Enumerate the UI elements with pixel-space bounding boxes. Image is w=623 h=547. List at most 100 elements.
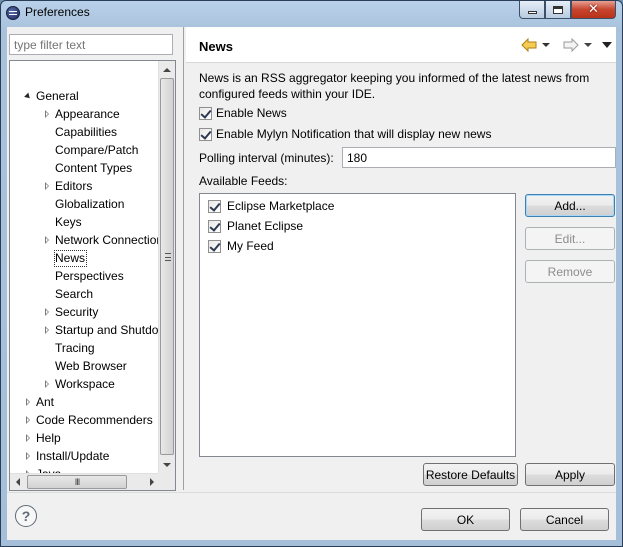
grip-icon xyxy=(165,253,171,261)
feed-label: Planet Eclipse xyxy=(227,219,304,233)
tree-item-label: Appearance xyxy=(55,107,120,121)
tree-item-label: Content Types xyxy=(55,161,133,175)
tree-item[interactable]: Globalization xyxy=(10,195,160,213)
enable-mylyn-checkbox[interactable]: Enable Mylyn Notification that will disp… xyxy=(199,126,491,142)
preference-tree[interactable]: General Appearance Capabilities Compare/Pat… xyxy=(9,60,176,491)
tree-item[interactable]: Security xyxy=(10,303,160,321)
tree-item[interactable]: Appearance xyxy=(10,105,160,123)
scroll-corner xyxy=(158,473,175,490)
checkbox-box[interactable] xyxy=(199,127,212,141)
tree-item[interactable]: Search xyxy=(10,285,160,303)
arrow-right-icon xyxy=(150,478,154,486)
selection-focus-box xyxy=(54,250,87,267)
tree-item[interactable]: Editors xyxy=(10,177,160,195)
scroll-left-button[interactable] xyxy=(10,474,26,490)
tree-collapsed-icon[interactable] xyxy=(26,398,30,406)
title-bar[interactable]: Preferences ✕ xyxy=(1,1,622,25)
tree-collapsed-icon[interactable] xyxy=(26,434,30,442)
feeds-list[interactable]: Eclipse Marketplace Planet Eclipse My Fe… xyxy=(199,193,516,457)
tree-expanded-icon[interactable] xyxy=(24,92,32,101)
tree-item[interactable]: News xyxy=(10,249,160,267)
cancel-button[interactable]: Cancel xyxy=(520,508,609,531)
forward-history-dropdown-icon[interactable] xyxy=(584,43,592,47)
tree-item[interactable]: Help xyxy=(10,429,160,447)
tree-collapsed-icon[interactable] xyxy=(45,110,49,118)
tree-collapsed-icon[interactable] xyxy=(45,236,49,244)
tree-item[interactable]: Install/Update xyxy=(10,447,160,465)
view-menu-icon[interactable] xyxy=(602,42,612,48)
tree-item[interactable]: Startup and Shutdown xyxy=(10,321,160,339)
checkbox-box[interactable] xyxy=(199,106,212,120)
preferences-window: Preferences ✕ General Appearance Capabilit… xyxy=(0,0,623,547)
tree-item-label: Help xyxy=(36,431,61,445)
minimize-button[interactable] xyxy=(519,1,545,19)
tree-item-label: Workspace xyxy=(55,377,115,391)
tree-item[interactable]: Java xyxy=(10,465,160,473)
feed-checkbox[interactable] xyxy=(208,239,221,253)
grip-icon: III xyxy=(74,477,80,487)
tree-item-label: General xyxy=(36,89,79,103)
enable-news-checkbox[interactable]: Enable News xyxy=(199,105,287,121)
maximize-button[interactable] xyxy=(545,1,571,19)
tree-item[interactable]: Workspace xyxy=(10,375,160,393)
page-description: News is an RSS aggregator keeping you in… xyxy=(199,71,590,101)
tree-collapsed-icon[interactable] xyxy=(45,182,49,190)
tree-vertical-scrollbar[interactable] xyxy=(158,61,175,473)
bottom-separator xyxy=(7,492,616,493)
tree-item-label: Network Connection xyxy=(55,233,160,247)
polling-interval-label: Polling interval (minutes): xyxy=(199,151,334,165)
tree-horizontal-scrollbar[interactable]: III xyxy=(10,473,160,490)
tree-item-label: Search xyxy=(55,287,94,301)
scroll-down-button[interactable] xyxy=(159,456,175,473)
tree-item-label: Globalization xyxy=(55,197,125,211)
apply-button[interactable]: Apply xyxy=(525,463,615,486)
vertical-scroll-thumb[interactable] xyxy=(160,78,174,455)
feed-label: Eclipse Marketplace xyxy=(227,199,335,213)
tree-item[interactable]: General xyxy=(10,87,160,105)
restore-defaults-button[interactable]: Restore Defaults xyxy=(423,463,518,486)
scroll-up-button[interactable] xyxy=(159,61,175,78)
tree-item-label: Compare/Patch xyxy=(55,143,139,157)
forward-arrow-icon[interactable] xyxy=(563,38,579,52)
tree-item[interactable]: Content Types xyxy=(10,159,160,177)
horizontal-scroll-thumb[interactable]: III xyxy=(27,475,127,489)
tree-item-label: Perspectives xyxy=(55,269,124,283)
tree-item[interactable]: Tracing xyxy=(10,339,160,357)
close-button[interactable]: ✕ xyxy=(571,1,616,19)
arrow-left-icon xyxy=(16,478,20,486)
add-feed-button[interactable]: Add... xyxy=(525,194,615,217)
feed-checkbox[interactable] xyxy=(208,199,221,213)
tree-item-label: Java xyxy=(36,465,61,473)
polling-interval-input[interactable] xyxy=(342,147,616,168)
tree-item[interactable]: Compare/Patch xyxy=(10,141,160,159)
back-history-dropdown-icon[interactable] xyxy=(542,43,550,47)
list-item[interactable]: Eclipse Marketplace xyxy=(208,197,334,215)
tree-items: General Appearance Capabilities Compare/Pat… xyxy=(10,61,160,473)
tree-collapsed-icon[interactable] xyxy=(26,452,30,460)
tree-collapsed-icon[interactable] xyxy=(45,380,49,388)
list-item[interactable]: Planet Eclipse xyxy=(208,217,303,235)
pane-splitter[interactable] xyxy=(183,27,186,490)
tree-item[interactable]: Ant xyxy=(10,393,160,411)
tree-collapsed-icon[interactable] xyxy=(45,308,49,316)
back-arrow-icon[interactable] xyxy=(521,38,537,52)
tree-item[interactable]: Network Connection xyxy=(10,231,160,249)
tree-item[interactable]: Web Browser xyxy=(10,357,160,375)
edit-feed-button[interactable]: Edit... xyxy=(525,227,615,250)
tree-item[interactable]: Keys xyxy=(10,213,160,231)
window-title: Preferences xyxy=(25,5,90,19)
filter-input[interactable] xyxy=(9,34,173,55)
remove-feed-button[interactable]: Remove xyxy=(525,260,615,283)
dialog-client-area: General Appearance Capabilities Compare/Pat… xyxy=(7,27,616,540)
tree-item-label: Code Recommenders xyxy=(36,413,153,427)
tree-item[interactable]: Capabilities xyxy=(10,123,160,141)
help-icon[interactable]: ? xyxy=(15,505,37,527)
tree-collapsed-icon[interactable] xyxy=(26,416,30,424)
feed-checkbox[interactable] xyxy=(208,219,221,233)
tree-item[interactable]: Code Recommenders xyxy=(10,411,160,429)
tree-item[interactable]: Perspectives xyxy=(10,267,160,285)
ok-button[interactable]: OK xyxy=(421,508,510,531)
arrow-up-icon xyxy=(163,67,171,72)
tree-collapsed-icon[interactable] xyxy=(45,326,49,334)
list-item[interactable]: My Feed xyxy=(208,237,274,255)
